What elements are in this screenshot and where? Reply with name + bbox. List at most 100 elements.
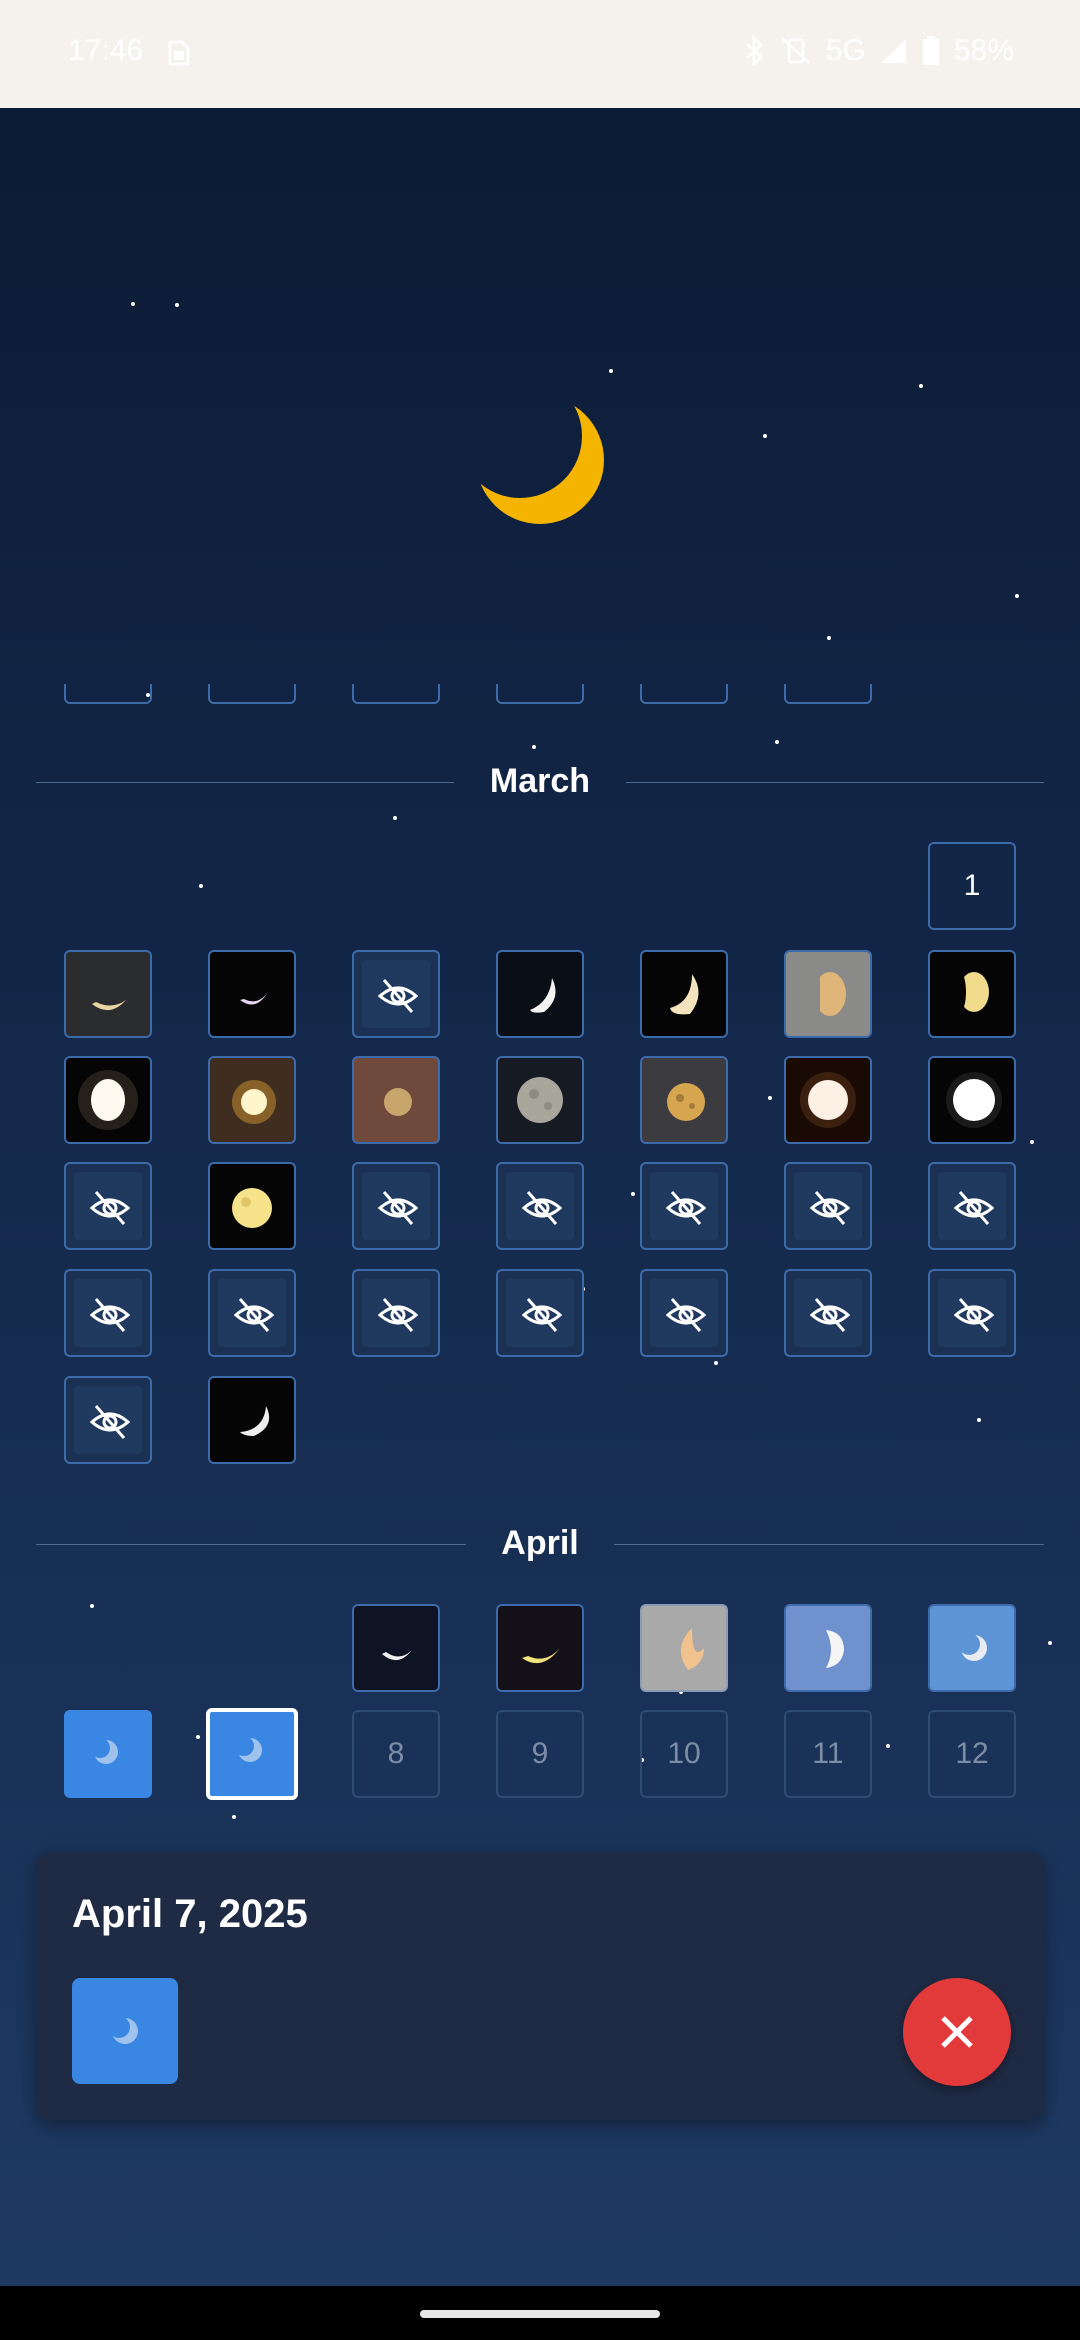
eye-off-icon bbox=[954, 1298, 994, 1332]
moon-photo-cell[interactable] bbox=[784, 950, 872, 1038]
month-header-march: March bbox=[36, 762, 1044, 802]
selected-day-cell[interactable] bbox=[206, 1708, 298, 1800]
moon-photo-cell[interactable] bbox=[784, 1056, 872, 1144]
star bbox=[631, 1192, 635, 1196]
star bbox=[1015, 594, 1019, 598]
eye-off-icon bbox=[378, 979, 418, 1013]
calendar-cell[interactable] bbox=[496, 684, 584, 704]
day-cell[interactable]: 12 bbox=[928, 1710, 1016, 1798]
star bbox=[768, 1096, 772, 1100]
eye-off-icon bbox=[234, 1298, 274, 1332]
hidden-photo-cell[interactable] bbox=[64, 1162, 152, 1250]
calendar-cell[interactable] bbox=[784, 684, 872, 704]
eye-off-icon bbox=[954, 1191, 994, 1225]
star bbox=[919, 384, 923, 388]
day-cell-march-1[interactable]: 1 bbox=[928, 842, 1016, 930]
eye-off-icon bbox=[522, 1191, 562, 1225]
eye-off-icon bbox=[90, 1298, 130, 1332]
hidden-photo-cell[interactable] bbox=[352, 950, 440, 1038]
vibrate-off-icon bbox=[780, 36, 812, 66]
eye-off-icon bbox=[378, 1191, 418, 1225]
moon-photo-cell[interactable] bbox=[352, 1604, 440, 1692]
hidden-photo-cell[interactable] bbox=[352, 1269, 440, 1357]
moon-photo-cell[interactable] bbox=[928, 1056, 1016, 1144]
crescent-moon-icon bbox=[470, 390, 610, 530]
star bbox=[763, 434, 767, 438]
hidden-photo-cell[interactable] bbox=[784, 1162, 872, 1250]
moon-photo-cell[interactable] bbox=[496, 1056, 584, 1144]
star bbox=[532, 745, 536, 749]
moon-photo-cell[interactable] bbox=[640, 950, 728, 1038]
star bbox=[977, 1418, 981, 1422]
eye-off-icon bbox=[666, 1191, 706, 1225]
star bbox=[886, 1744, 890, 1748]
detail-date: April 7, 2025 bbox=[72, 1892, 308, 1936]
eye-off-icon bbox=[522, 1298, 562, 1332]
moon-photo-cell[interactable] bbox=[640, 1056, 728, 1144]
star bbox=[1030, 1140, 1034, 1144]
home-gesture-handle[interactable] bbox=[420, 2310, 660, 2318]
moon-photo-cell[interactable] bbox=[208, 1376, 296, 1464]
moon-photo-cell[interactable] bbox=[208, 1056, 296, 1144]
eye-off-icon bbox=[90, 1191, 130, 1225]
moon-photo-cell[interactable] bbox=[352, 1056, 440, 1144]
hidden-photo-cell[interactable] bbox=[496, 1269, 584, 1357]
moon-photo-cell[interactable] bbox=[496, 950, 584, 1038]
calendar-cell[interactable] bbox=[640, 684, 728, 704]
calendar-cell[interactable] bbox=[208, 684, 296, 704]
star bbox=[196, 1735, 200, 1739]
moon-photo-cell[interactable] bbox=[64, 1710, 152, 1798]
hidden-photo-cell[interactable] bbox=[640, 1269, 728, 1357]
star bbox=[1048, 1641, 1052, 1645]
eye-off-icon bbox=[810, 1298, 850, 1332]
star bbox=[175, 303, 179, 307]
status-bar: 17:46 5G 58% bbox=[0, 0, 1080, 108]
moon-photo-cell[interactable] bbox=[928, 1604, 1016, 1692]
moon-photo-cell[interactable] bbox=[640, 1604, 728, 1692]
star bbox=[714, 1361, 718, 1365]
hidden-photo-cell[interactable] bbox=[352, 1162, 440, 1250]
moon-photo-cell[interactable] bbox=[496, 1604, 584, 1692]
divider bbox=[614, 1544, 1044, 1545]
star bbox=[393, 816, 397, 820]
signal-icon bbox=[880, 37, 908, 65]
close-icon bbox=[941, 2016, 973, 2048]
eye-off-icon bbox=[810, 1191, 850, 1225]
star bbox=[609, 369, 613, 373]
hidden-photo-cell[interactable] bbox=[208, 1269, 296, 1357]
moon-photo-cell[interactable] bbox=[784, 1604, 872, 1692]
hidden-photo-cell[interactable] bbox=[928, 1269, 1016, 1357]
eye-off-icon bbox=[90, 1405, 130, 1439]
star bbox=[232, 1815, 236, 1819]
hidden-photo-cell[interactable] bbox=[928, 1162, 1016, 1250]
status-time: 17:46 bbox=[68, 34, 144, 67]
day-cell[interactable]: 10 bbox=[640, 1710, 728, 1798]
bluetooth-icon bbox=[744, 36, 766, 66]
moon-photo-cell[interactable] bbox=[208, 1162, 296, 1250]
divider bbox=[626, 782, 1044, 783]
moon-photo-cell[interactable] bbox=[64, 950, 152, 1038]
day-cell[interactable]: 9 bbox=[496, 1710, 584, 1798]
day-cell[interactable]: 11 bbox=[784, 1710, 872, 1798]
hidden-photo-cell[interactable] bbox=[64, 1269, 152, 1357]
moon-photo-cell[interactable] bbox=[928, 950, 1016, 1038]
hidden-photo-cell[interactable] bbox=[496, 1162, 584, 1250]
calendar-cell[interactable] bbox=[64, 684, 152, 704]
network-type: 5G bbox=[825, 34, 866, 67]
star bbox=[827, 636, 831, 640]
hidden-photo-cell[interactable] bbox=[784, 1269, 872, 1357]
navigation-bar bbox=[0, 2286, 1080, 2340]
calendar-cell[interactable] bbox=[352, 684, 440, 704]
battery-percent: 58% bbox=[953, 34, 1014, 67]
day-detail-card: April 7, 2025 bbox=[36, 1852, 1044, 2120]
moon-photo-cell[interactable] bbox=[208, 950, 296, 1038]
close-button[interactable] bbox=[903, 1978, 1011, 2086]
detail-photo-thumbnail[interactable] bbox=[72, 1978, 178, 2084]
star bbox=[199, 884, 203, 888]
day-cell[interactable]: 8 bbox=[352, 1710, 440, 1798]
moon-photo-cell[interactable] bbox=[64, 1056, 152, 1144]
hidden-photo-cell[interactable] bbox=[640, 1162, 728, 1250]
star bbox=[90, 1604, 94, 1608]
star bbox=[775, 740, 779, 744]
hidden-photo-cell[interactable] bbox=[64, 1376, 152, 1464]
